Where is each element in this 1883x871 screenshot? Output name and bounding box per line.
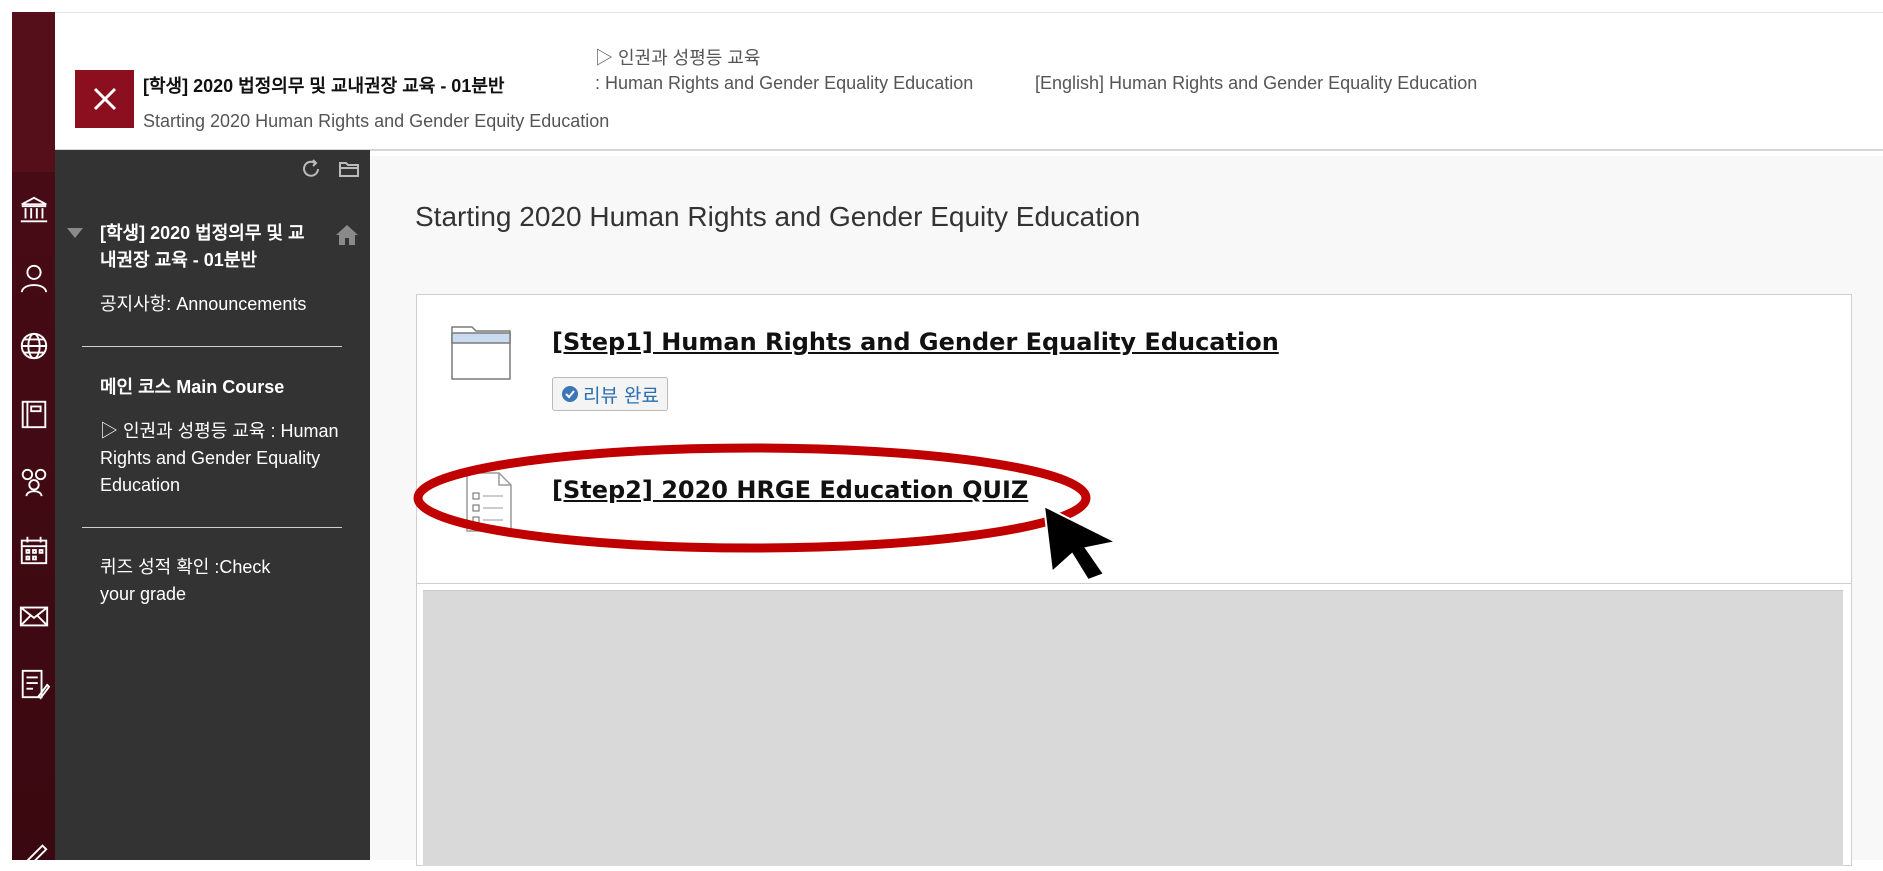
- courses-icon[interactable]: [18, 398, 50, 430]
- menu-item-main-course[interactable]: 메인 코스 Main Course: [100, 374, 284, 401]
- profile-icon[interactable]: [18, 262, 50, 294]
- globe-icon[interactable]: [18, 330, 50, 362]
- menu-item-check-grade[interactable]: 퀴즈 성적 확인 :Check your grade: [100, 554, 300, 608]
- close-button[interactable]: [75, 70, 134, 128]
- global-nav-top: [12, 12, 55, 172]
- calendar-icon[interactable]: [18, 534, 50, 566]
- check-icon: [562, 386, 578, 402]
- review-complete-label: 리뷰 완료: [583, 384, 659, 407]
- menu-divider: [82, 527, 342, 528]
- grades-icon[interactable]: [18, 668, 50, 700]
- course-menu-title[interactable]: [학생] 2020 법정의무 및 교내권장 교육 - 01분반: [100, 220, 315, 274]
- folder-icon: [450, 321, 512, 387]
- breadcrumb-current-line1: ▷ 인권과 성평등 교육: [595, 48, 761, 68]
- institution-icon[interactable]: [18, 194, 50, 226]
- organizations-icon[interactable]: [18, 466, 50, 498]
- edit-icon[interactable]: [18, 838, 50, 870]
- messages-icon[interactable]: [18, 600, 50, 632]
- menu-divider: [82, 346, 342, 347]
- close-icon: [93, 87, 116, 111]
- course-title[interactable]: [학생] 2020 법정의무 및 교내권장 교육 - 01분반: [143, 72, 504, 98]
- content-item: [Step1] Human Rights and Gender Equality…: [417, 295, 1851, 444]
- menu-item-announcements[interactable]: 공지사항: Announcements: [100, 291, 306, 318]
- step1-link[interactable]: [Step1] Human Rights and Gender Equality…: [552, 328, 1279, 356]
- breadcrumb-english[interactable]: [English] Human Rights and Gender Equali…: [1035, 73, 1477, 94]
- menu-item-human-rights[interactable]: ▷ 인권과 성평등 교육 : Human Rights and Gender E…: [100, 418, 350, 499]
- mouse-cursor-icon: [1042, 504, 1120, 582]
- step2-quiz-link[interactable]: [Step2] 2020 HRGE Education QUIZ: [552, 476, 1028, 504]
- folder-view-icon[interactable]: [338, 158, 360, 180]
- loading-panel: [423, 590, 1843, 866]
- content-item-list: [Step1] Human Rights and Gender Equality…: [416, 294, 1852, 866]
- course-menu-tools: [300, 158, 360, 180]
- breadcrumb-current-line2: : Human Rights and Gender Equality Educa…: [595, 73, 974, 93]
- review-complete-badge[interactable]: 리뷰 완료: [552, 377, 668, 411]
- quiz-document-icon: [457, 471, 519, 537]
- collapse-caret-icon[interactable]: [67, 228, 83, 238]
- course-header: [학생] 2020 법정의무 및 교내권장 교육 - 01분반 ▷ 인권과 성평…: [55, 12, 1883, 151]
- content-title: Starting 2020 Human Rights and Gender Eq…: [415, 201, 1141, 232]
- course-menu: [학생] 2020 법정의무 및 교내권장 교육 - 01분반 공지사항: An…: [55, 150, 370, 860]
- global-nav: [12, 12, 55, 870]
- page-subtitle: Starting 2020 Human Rights and Gender Eq…: [143, 111, 610, 131]
- home-icon[interactable]: [334, 222, 360, 253]
- content-item: [Step2] 2020 HRGE Education QUIZ: [417, 443, 1851, 584]
- refresh-icon[interactable]: [300, 158, 322, 180]
